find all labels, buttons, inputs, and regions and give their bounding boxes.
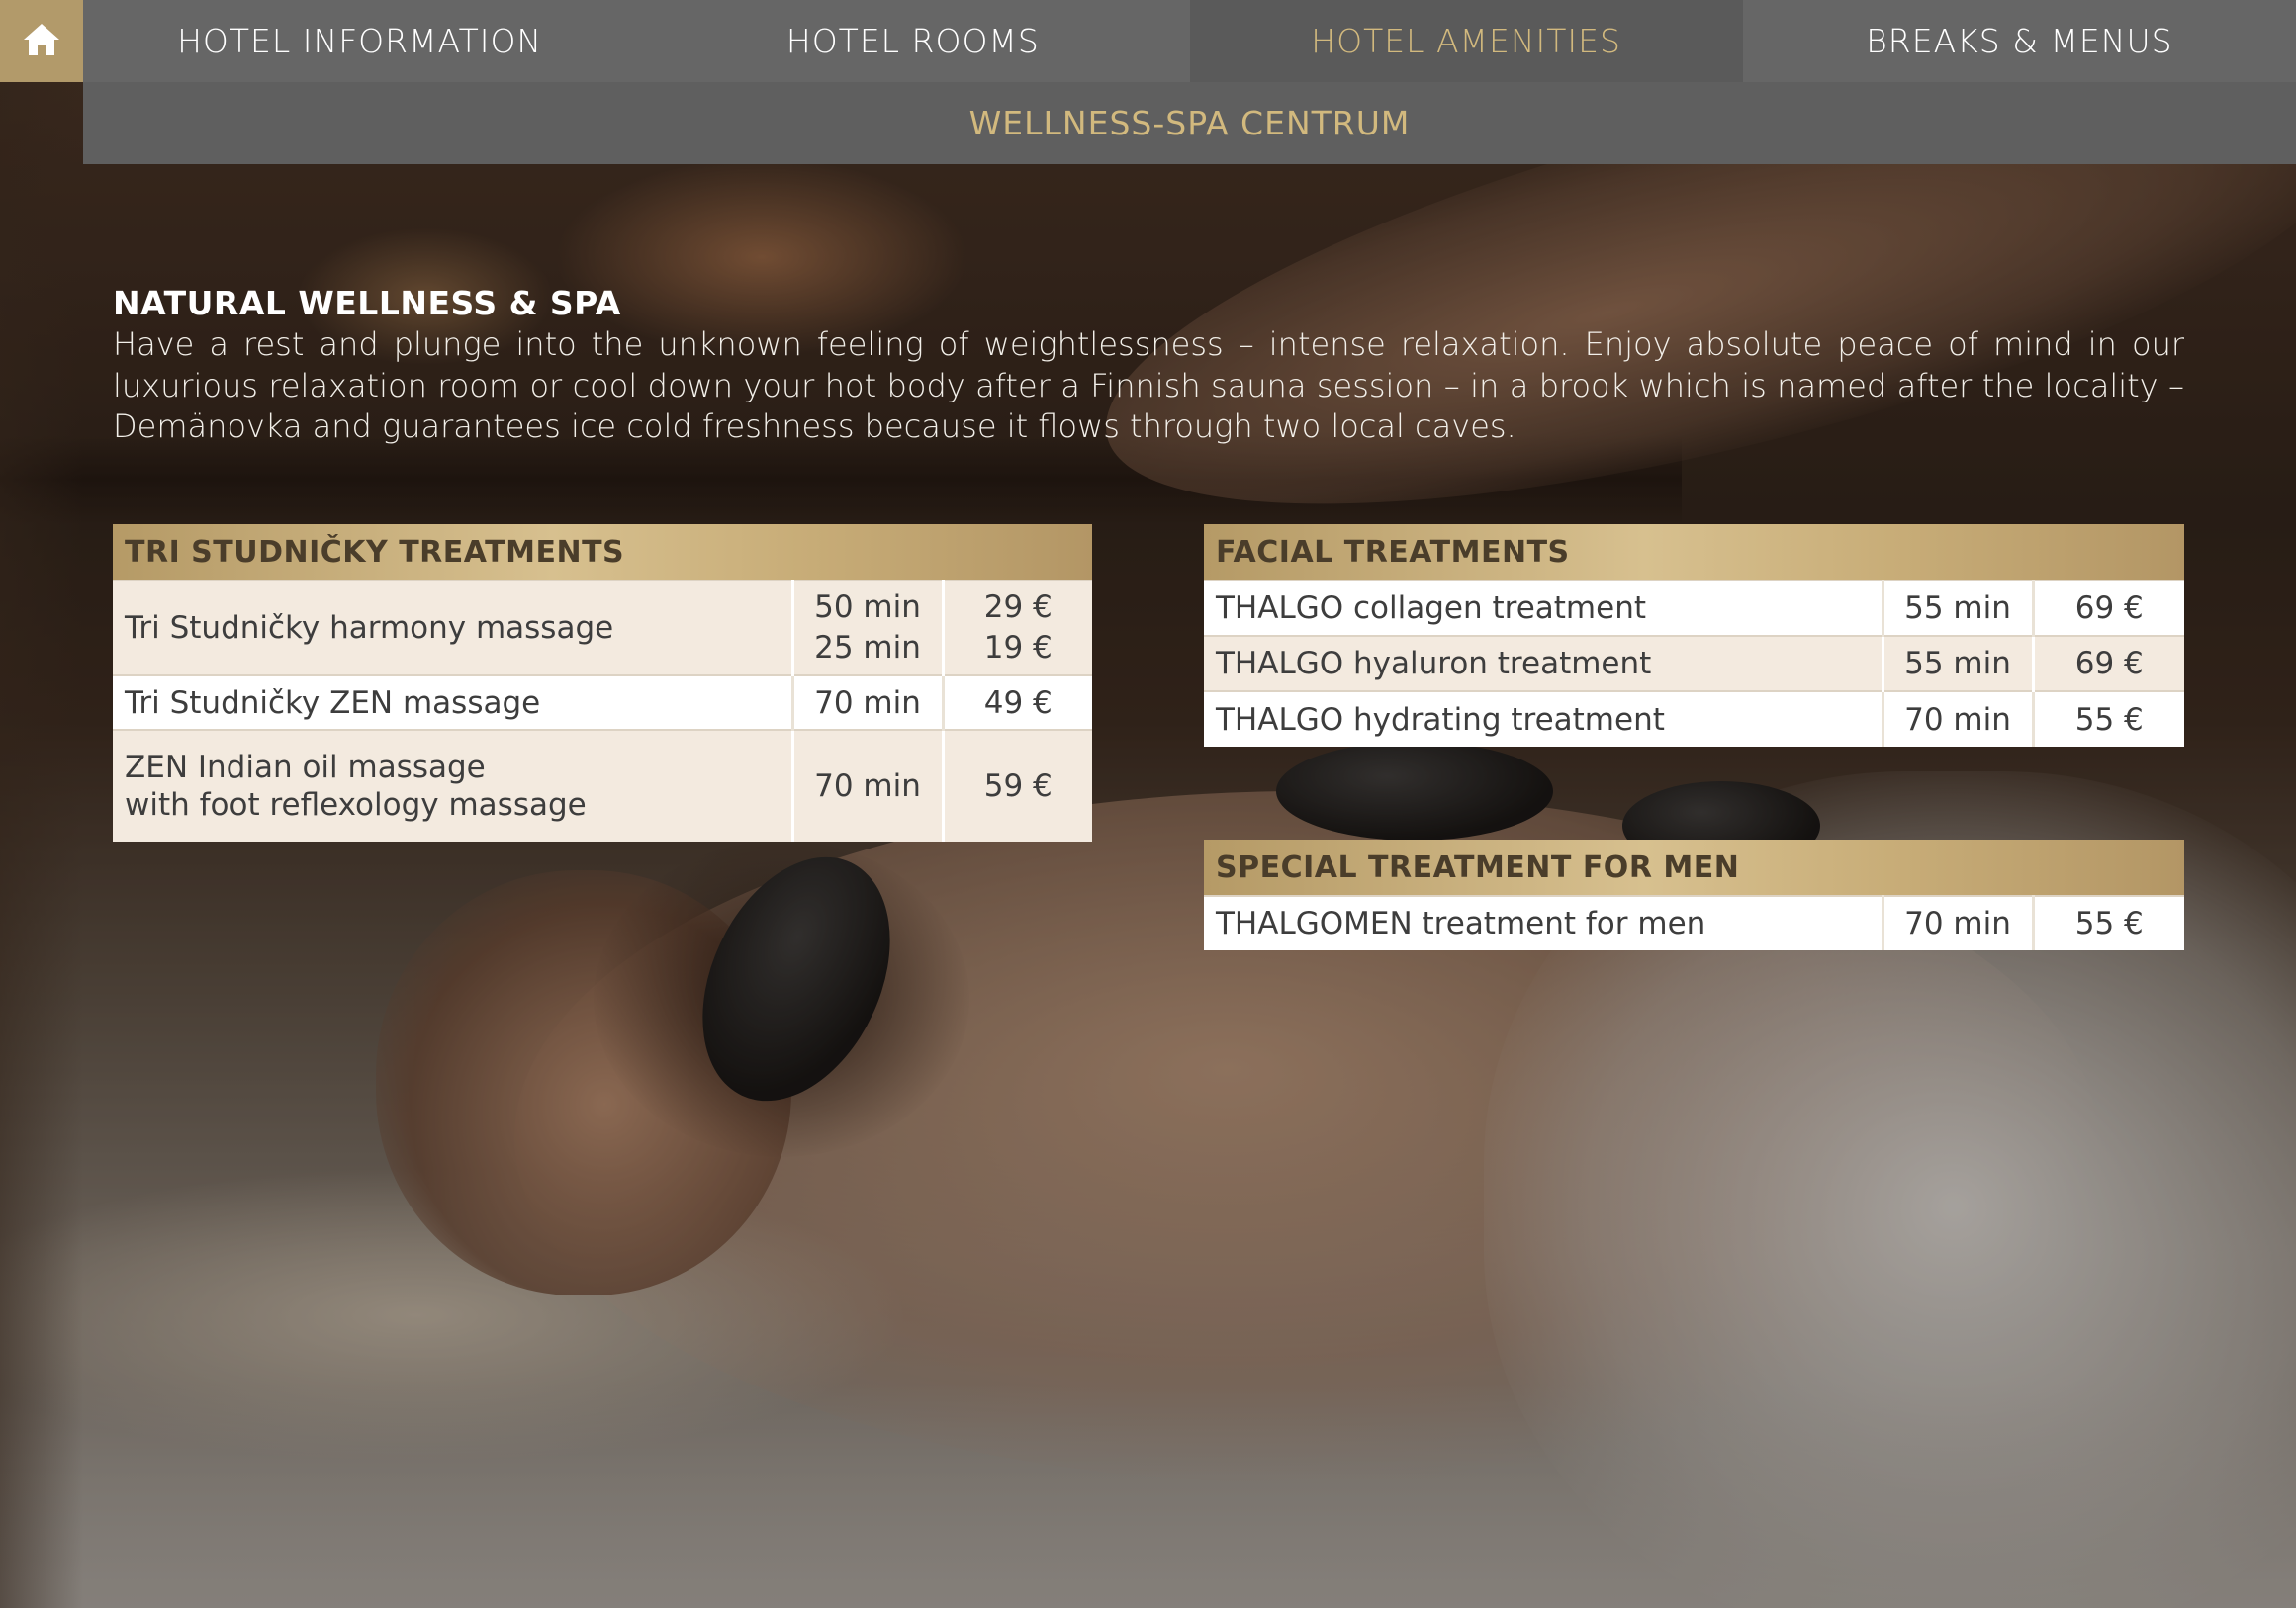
treatment-name: THALGO hyaluron treatment <box>1204 635 1883 691</box>
section-title: NATURAL WELLNESS & SPA <box>113 284 621 322</box>
main-tabs: HOTEL INFORMATION HOTEL ROOMS HOTEL AMEN… <box>83 0 2296 82</box>
table-row: ZEN Indian oil massage with foot reflexol… <box>113 729 1093 842</box>
treatment-duration: 50 min 25 min <box>790 580 943 675</box>
treatment-duration: 55 min <box>1881 635 2033 691</box>
table-row: Tri Studničky ZEN massage 70 min 49 € <box>113 674 1093 730</box>
treatment-price: 69 € <box>2031 635 2185 691</box>
table-header: SPECIAL TREATMENT FOR MEN <box>1204 840 2184 896</box>
table-header: TRI STUDNIČKY TREATMENTS <box>113 524 1093 581</box>
treatment-name: THALGO collagen treatment <box>1204 580 1883 636</box>
treatment-duration: 70 min <box>1881 690 2033 747</box>
tab-hotel-information[interactable]: HOTEL INFORMATION <box>83 0 636 82</box>
intro-section: NATURAL WELLNESS & SPA Have a rest and p… <box>113 283 2184 448</box>
treatment-duration: 70 min <box>790 729 943 842</box>
sub-navigation: WELLNESS-SPA CENTRUM <box>83 82 2296 164</box>
treatment-duration: 70 min <box>1881 895 2033 950</box>
section-description: Have a rest and plunge into the unknown … <box>113 325 2184 445</box>
treatment-name: Tri Studničky harmony massage <box>113 580 792 675</box>
treatment-name: Tri Studničky ZEN massage <box>113 674 792 730</box>
treatment-price: 29 €19 € <box>941 580 1093 675</box>
treatment-duration: 70 min <box>790 674 943 730</box>
tab-hotel-amenities[interactable]: HOTEL AMENITIES <box>1189 0 1743 82</box>
home-button[interactable] <box>0 0 83 82</box>
treatment-name: THALGO hydrating treatment <box>1204 690 1883 747</box>
table-header: FACIAL TREATMENTS <box>1204 524 2185 581</box>
home-icon <box>22 22 61 61</box>
treatment-price: 55 € <box>2031 690 2185 747</box>
subnav-wellness-spa[interactable]: WELLNESS-SPA CENTRUM <box>969 104 1411 142</box>
treatment-price: 49 € <box>941 674 1093 730</box>
table-row: THALGO collagen treatment 55 min 69 € <box>1204 580 2185 636</box>
treatment-price: 59 € <box>941 729 1093 842</box>
facial-treatments-table: FACIAL TREATMENTS THALGO collagen treatm… <box>1204 524 2185 747</box>
table-row: THALGO hydrating treatment 70 min 55 € <box>1204 690 2185 747</box>
treatment-price: 69 € <box>2031 580 2185 636</box>
tab-hotel-rooms[interactable]: HOTEL ROOMS <box>636 0 1189 82</box>
treatment-price: 55 € <box>2031 895 2184 950</box>
table-row: Tri Studničky harmony massage 50 min 25 m… <box>113 580 1093 675</box>
tab-breaks-menus[interactable]: BREAKS & MENUS <box>1743 0 2296 82</box>
treatment-name: THALGOMEN treatment for men <box>1204 895 1883 950</box>
treatment-name: ZEN Indian oil massage with foot reflexol… <box>113 729 792 842</box>
treatment-duration: 55 min <box>1881 580 2033 636</box>
men-treatment-table: SPECIAL TREATMENT FOR MEN THALGOMEN trea… <box>1204 840 2184 950</box>
tri-studnicky-table: TRI STUDNIČKY TREATMENTS Tri Studničky h… <box>113 524 1093 842</box>
table-row: THALGO hyaluron treatment 55 min 69 € <box>1204 635 2185 691</box>
table-row: THALGOMEN treatment for men 70 min 55 € <box>1204 895 2184 950</box>
